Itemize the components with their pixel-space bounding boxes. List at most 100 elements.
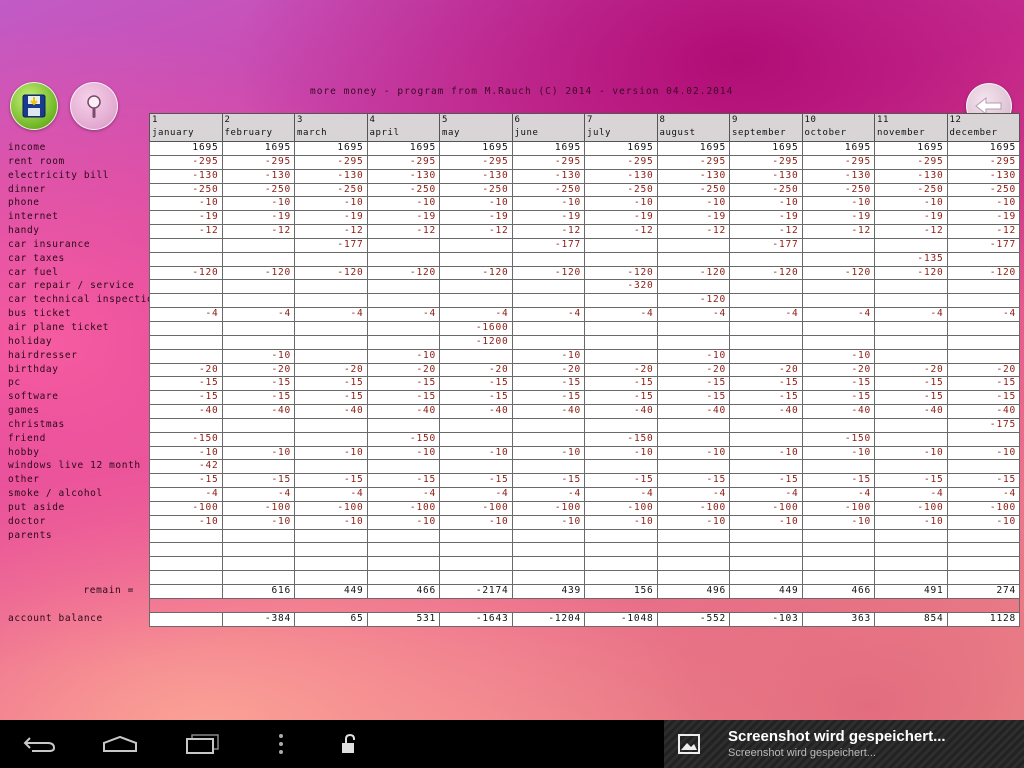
value-cell[interactable] [946,459,1020,475]
value-cell[interactable]: -130 [439,168,513,184]
value-cell[interactable] [439,542,513,558]
value-cell[interactable]: -4 [149,487,223,502]
value-cell[interactable]: -120 [511,265,585,281]
value-cell[interactable]: 531 [366,611,440,627]
value-cell[interactable] [946,542,1020,558]
value-cell[interactable]: 449 [294,584,368,599]
value-cell[interactable]: -250 [656,182,730,198]
value-cell[interactable]: -130 [801,168,875,184]
value-cell[interactable]: -320 [584,279,658,295]
value-cell[interactable]: -15 [801,376,875,392]
value-cell[interactable]: -10 [584,445,658,461]
value-cell[interactable]: -12 [511,224,585,239]
value-cell[interactable]: 854 [874,611,948,627]
value-cell[interactable]: -10 [294,514,368,530]
value-cell[interactable] [366,251,440,267]
value-cell[interactable]: -10 [366,196,440,212]
value-cell[interactable] [439,237,513,253]
value-cell[interactable]: -4 [801,487,875,502]
value-cell[interactable]: -130 [656,168,730,184]
value-cell[interactable] [801,528,875,544]
value-cell[interactable]: -120 [366,265,440,281]
value-cell[interactable]: -40 [656,404,730,419]
value-cell[interactable]: -120 [221,265,295,281]
value-cell[interactable]: -42 [149,459,223,475]
value-cell[interactable] [801,556,875,572]
value-cell[interactable]: -15 [656,390,730,406]
value-cell[interactable]: -250 [294,182,368,198]
value-cell[interactable]: -15 [366,376,440,392]
value-cell[interactable] [584,556,658,572]
value-cell[interactable]: -100 [656,500,730,516]
value-cell[interactable]: -177 [511,237,585,253]
value-cell[interactable]: -15 [874,473,948,489]
value-cell[interactable]: -10 [874,514,948,530]
value-cell[interactable] [729,542,803,558]
value-cell[interactable] [439,459,513,475]
value-cell[interactable] [729,431,803,447]
value-cell[interactable]: -10 [584,514,658,530]
value-cell[interactable]: -10 [656,514,730,530]
value-cell[interactable]: -10 [366,514,440,530]
value-cell[interactable]: -103 [729,611,803,627]
value-cell[interactable]: -4 [366,307,440,322]
value-cell[interactable]: -1204 [511,611,585,627]
value-cell[interactable]: -20 [801,362,875,378]
value-cell[interactable] [294,293,368,309]
value-cell[interactable]: -15 [946,376,1020,392]
value-cell[interactable]: -10 [801,196,875,212]
value-cell[interactable] [149,251,223,267]
value-cell[interactable]: -250 [729,182,803,198]
value-cell[interactable] [439,556,513,572]
value-cell[interactable]: -4 [294,487,368,502]
value-cell[interactable]: -250 [874,182,948,198]
value-cell[interactable]: -130 [294,168,368,184]
value-cell[interactable] [439,417,513,433]
value-cell[interactable] [511,279,585,295]
value-cell[interactable]: -15 [294,376,368,392]
value-cell[interactable]: -10 [221,348,295,364]
value-cell[interactable]: -10 [439,514,513,530]
value-cell[interactable] [656,251,730,267]
value-cell[interactable]: -4 [946,307,1020,322]
value-cell[interactable] [584,293,658,309]
value-cell[interactable]: -12 [366,224,440,239]
value-cell[interactable]: -295 [149,154,223,170]
value-cell[interactable] [511,251,585,267]
value-cell[interactable]: 1695 [221,141,295,156]
value-cell[interactable]: -10 [221,514,295,530]
value-cell[interactable]: -10 [874,445,948,461]
value-cell[interactable] [946,279,1020,295]
value-cell[interactable]: -10 [294,445,368,461]
value-cell[interactable]: 1695 [149,141,223,156]
value-cell[interactable]: -15 [221,390,295,406]
value-cell[interactable] [656,320,730,336]
value-cell[interactable]: -4 [221,487,295,502]
value-cell[interactable]: -4 [729,307,803,322]
value-cell[interactable]: -250 [439,182,513,198]
value-cell[interactable]: 1695 [946,141,1020,156]
value-cell[interactable] [584,237,658,253]
recent-apps-icon[interactable] [178,720,226,768]
value-cell[interactable]: -40 [801,404,875,419]
value-cell[interactable]: -20 [584,362,658,378]
value-cell[interactable]: -4 [366,487,440,502]
value-cell[interactable] [149,528,223,544]
value-cell[interactable]: -19 [149,210,223,226]
value-cell[interactable]: -4 [439,487,513,502]
value-cell[interactable]: -19 [801,210,875,226]
value-cell[interactable]: -384 [221,611,295,627]
value-cell[interactable]: -19 [439,210,513,226]
value-cell[interactable] [221,279,295,295]
value-cell[interactable]: -295 [584,154,658,170]
value-cell[interactable] [801,237,875,253]
value-cell[interactable] [946,556,1020,572]
value-cell[interactable]: -120 [946,265,1020,281]
value-cell[interactable]: -40 [294,404,368,419]
value-cell[interactable]: -10 [729,514,803,530]
value-cell[interactable] [946,431,1020,447]
value-cell[interactable] [656,417,730,433]
value-cell[interactable]: -150 [366,431,440,447]
value-cell[interactable]: -12 [584,224,658,239]
value-cell[interactable] [366,320,440,336]
